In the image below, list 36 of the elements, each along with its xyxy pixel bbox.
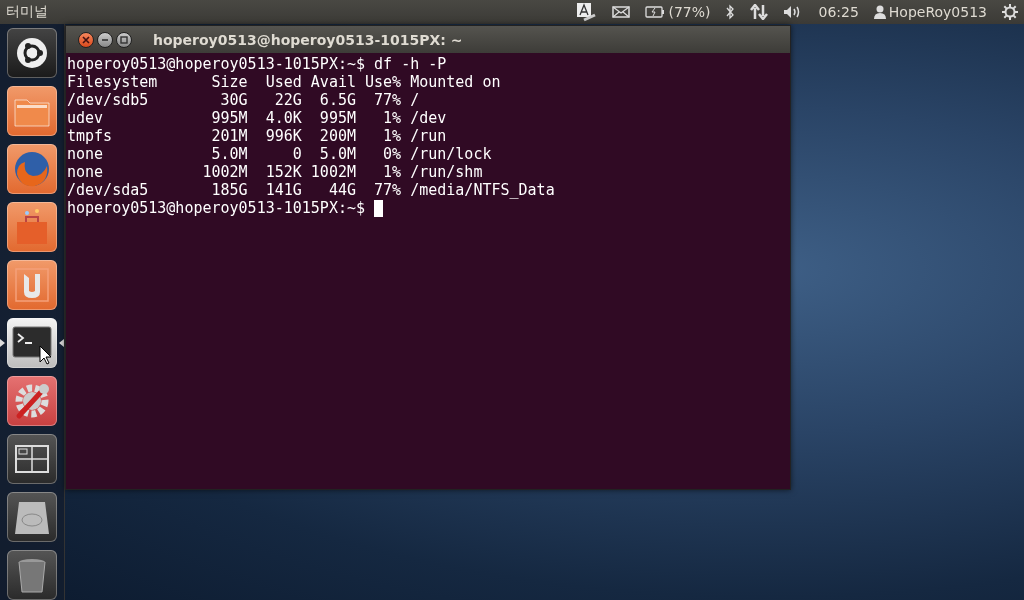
output-line: udev 995M 4.0K 995M 1% /dev	[67, 109, 447, 127]
clock[interactable]: 06:25	[818, 4, 859, 20]
gear-icon[interactable]	[1002, 4, 1018, 20]
trash-launcher-icon[interactable]	[7, 550, 57, 600]
window-title: hoperoy0513@hoperoy0513-1015PX: ~	[153, 31, 463, 48]
prompt-line: hoperoy0513@hoperoy0513-1015PX:~$ df -h -P	[67, 55, 447, 73]
files-launcher-icon[interactable]	[7, 86, 57, 136]
minimize-button[interactable]	[97, 31, 113, 48]
keyboard-input-icon[interactable]	[575, 2, 598, 22]
output-line: none 5.0M 0 5.0M 0% /run/lock	[67, 145, 492, 163]
app-title: 터미널	[6, 3, 48, 21]
battery-percentage: (77%)	[668, 4, 711, 20]
close-button[interactable]	[78, 31, 94, 48]
output-line: Filesystem Size Used Avail Use% Mounted on	[67, 73, 501, 91]
workspaces-launcher-icon[interactable]	[7, 434, 57, 484]
prompt-line: hoperoy0513@hoperoy0513-1015PX:~$	[67, 199, 365, 217]
output-line: /dev/sda5 185G 141G 44G 77% /media/NTFS_Data	[67, 181, 555, 199]
drive-launcher-icon[interactable]	[7, 492, 57, 542]
browser-launcher-icon[interactable]	[7, 144, 57, 194]
user-name[interactable]: HopeRoy0513	[888, 4, 987, 20]
mail-icon[interactable]	[612, 5, 631, 19]
settings-launcher-icon[interactable]	[7, 376, 57, 426]
store-launcher-icon[interactable]	[7, 202, 57, 252]
maximize-button[interactable]	[116, 31, 132, 48]
output-line: none 1002M 152K 1002M 1% /run/shm	[67, 163, 483, 181]
user-icon[interactable]	[873, 5, 886, 19]
close-icon	[82, 35, 90, 44]
bluetooth-icon[interactable]	[725, 4, 736, 20]
battery-icon[interactable]	[645, 6, 666, 18]
ubuntu-one-launcher-icon[interactable]	[7, 260, 57, 310]
terminal-launcher-icon[interactable]	[7, 318, 57, 368]
network-arrows-icon[interactable]	[750, 4, 769, 20]
output-line: tmpfs 201M 996K 200M 1% /run	[67, 127, 447, 145]
output-line: /dev/sdb5 30G 22G 6.5G 77% /	[67, 91, 420, 109]
maximize-icon	[120, 35, 128, 44]
dash-launcher-icon[interactable]	[7, 28, 57, 78]
